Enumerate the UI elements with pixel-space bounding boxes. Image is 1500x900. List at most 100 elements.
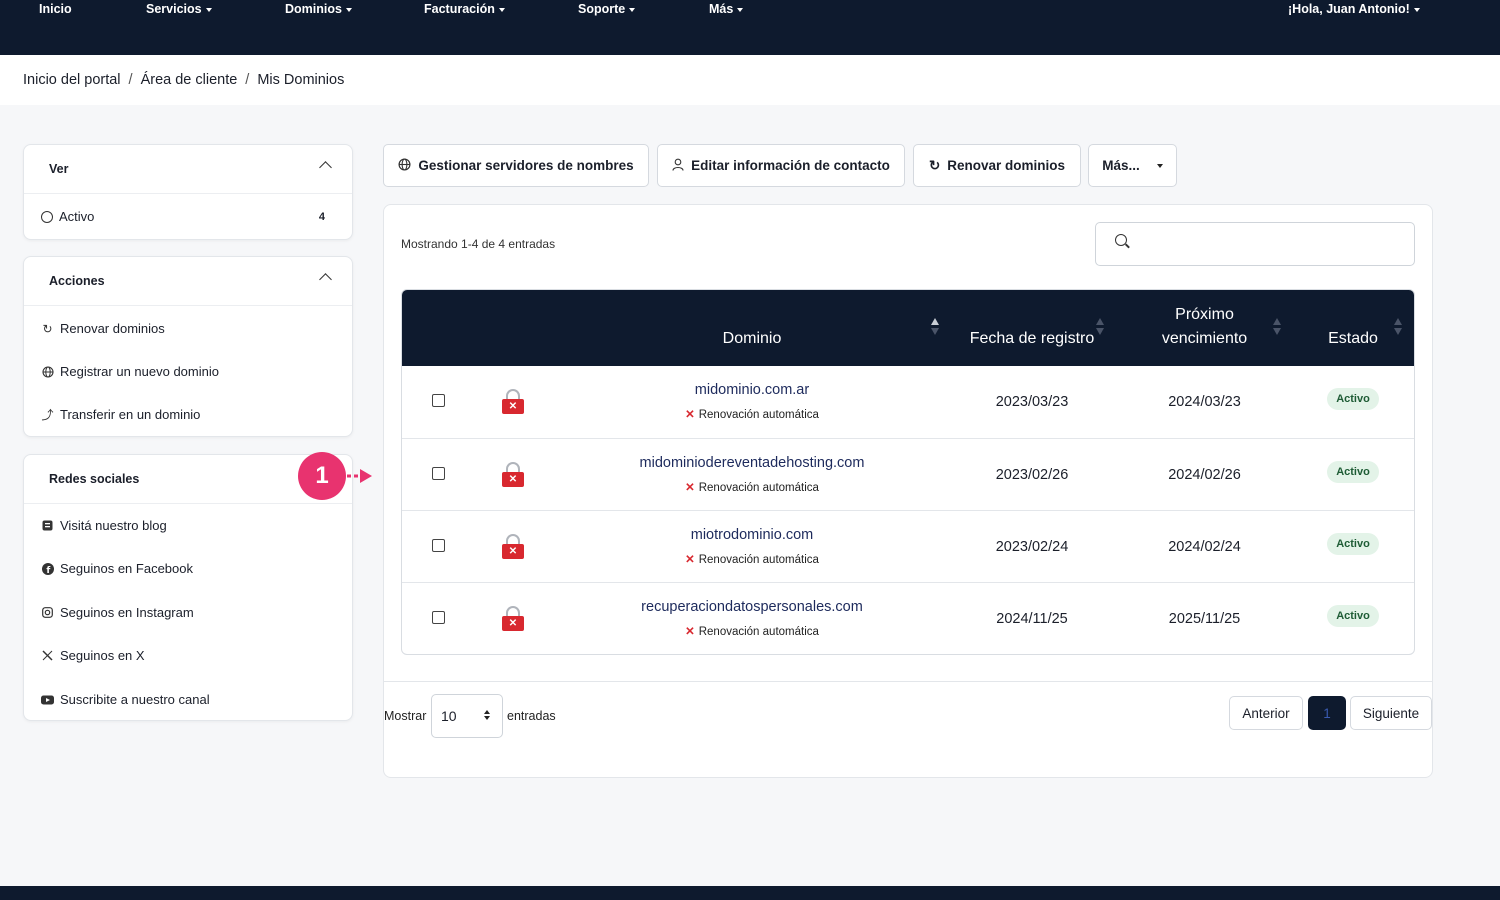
table-row[interactable]: ✕ miotrodominio.com ✕ Renovación automáti… <box>402 510 1414 582</box>
nav-servicios[interactable]: Servicios <box>146 2 212 16</box>
entries-info: Mostrando 1-4 de 4 entradas <box>401 237 556 251</box>
select-arrows-icon <box>484 710 490 722</box>
social-label: Suscribite a nuestro canal <box>60 692 210 707</box>
table-header: Dominio Fecha de registro Próximo vencimi… <box>402 290 1414 366</box>
auto-renew-status: ✕ Renovación automática <box>542 407 962 421</box>
annotation-badge: 1 <box>298 452 346 500</box>
button-label: Editar información de contacto <box>691 158 890 173</box>
search-input[interactable] <box>1095 222 1415 266</box>
page-size-select[interactable]: 10 <box>431 694 503 738</box>
edit-contact-button[interactable]: Editar información de contacto <box>657 144 905 187</box>
row-checkbox[interactable] <box>432 539 445 552</box>
chevron-up-icon[interactable] <box>319 273 332 286</box>
instagram-icon <box>41 606 54 619</box>
header-registration-date[interactable]: Fecha de registro <box>962 327 1102 351</box>
domains-table: Dominio Fecha de registro Próximo vencimi… <box>401 289 1415 655</box>
action-register-domain[interactable]: Registrar un nuevo dominio <box>41 364 219 379</box>
nav-soporte[interactable]: Soporte <box>578 2 636 16</box>
breadcrumb-client-area[interactable]: Área de cliente <box>141 72 238 88</box>
card-header-ver[interactable]: Ver <box>24 145 352 194</box>
registration-date: 2023/03/23 <box>995 394 1069 410</box>
breadcrumb-current: Mis Dominios <box>257 72 345 88</box>
page-1-button[interactable]: 1 <box>1308 696 1346 730</box>
social-blog[interactable]: Visitá nuestro blog <box>41 518 167 533</box>
filter-activo[interactable]: Activo <box>41 209 94 224</box>
x-logo-icon <box>41 649 54 662</box>
nav-mas-label: Más <box>709 2 734 16</box>
social-youtube[interactable]: Suscribite a nuestro canal <box>41 692 210 707</box>
entries-label: entradas <box>507 709 556 723</box>
nav-inicio[interactable]: Inicio <box>39 2 72 16</box>
sidebar-card-ver: Ver Activo 4 <box>23 144 353 240</box>
table-row[interactable]: ✕ recuperaciondatospersonales.com ✕ Renov… <box>402 582 1414 654</box>
registration-date: 2023/02/26 <box>995 467 1069 483</box>
cross-icon: ✕ <box>685 554 695 566</box>
nav-soporte-label: Soporte <box>578 2 626 16</box>
card-title: Ver <box>49 162 69 176</box>
social-x[interactable]: Seguinos en X <box>41 648 145 663</box>
lock-icon: ✕ <box>502 462 524 488</box>
registration-date: 2023/02/24 <box>995 539 1069 555</box>
breadcrumb-separator: / <box>128 72 133 88</box>
sidebar-card-redes: Redes sociales Visitá nuestro blog f Seg… <box>23 454 353 721</box>
table-row[interactable]: ✕ midominiodereventadehosting.com ✕ Renov… <box>402 438 1414 510</box>
prev-page-button[interactable]: Anterior <box>1229 696 1303 730</box>
auto-renew-status: ✕ Renovación automática <box>542 624 962 638</box>
status-badge: Activo <box>1327 533 1379 555</box>
status-badge: Activo <box>1327 605 1379 627</box>
status-badge: Activo <box>1327 388 1379 410</box>
header-domain[interactable]: Dominio <box>702 327 802 351</box>
action-renew-domains[interactable]: ↻ Renovar dominios <box>41 321 164 336</box>
youtube-icon <box>41 693 54 706</box>
button-label: Gestionar servidores de nombres <box>418 158 634 173</box>
share-arrow-icon: ⤴ <box>41 408 54 422</box>
action-label: Transferir en un dominio <box>60 407 201 422</box>
user-menu[interactable]: ¡Hola, Juan Antonio! <box>1288 2 1420 16</box>
footer-bar <box>0 886 1500 900</box>
row-checkbox[interactable] <box>432 394 445 407</box>
social-instagram[interactable]: Seguinos en Instagram <box>41 605 194 620</box>
nav-dominios-label: Dominios <box>285 2 342 16</box>
filter-label: Activo <box>59 209 95 224</box>
auto-renew-label: Renovación automática <box>698 409 819 421</box>
renew-domains-button[interactable]: ↻ Renovar dominios <box>913 144 1081 187</box>
domain-name-link[interactable]: midominiodereventadehosting.com <box>542 455 962 471</box>
nav-mas[interactable]: Más <box>709 2 744 16</box>
breadcrumb-home[interactable]: Inicio del portal <box>23 72 121 88</box>
caret-down-icon <box>345 7 352 12</box>
row-checkbox[interactable] <box>432 467 445 480</box>
nav-dominios[interactable]: Dominios <box>285 2 352 16</box>
nav-facturacion[interactable]: Facturación <box>424 2 505 16</box>
sort-icon[interactable] <box>1096 318 1104 336</box>
domain-name-link[interactable]: midominio.com.ar <box>542 382 962 398</box>
sort-icon[interactable] <box>1273 318 1281 336</box>
domain-name-link[interactable]: recuperaciondatospersonales.com <box>542 599 962 615</box>
next-due-date: 2024/02/26 <box>1168 467 1241 483</box>
breadcrumb-separator: / <box>245 72 250 88</box>
refresh-icon: ↻ <box>928 157 941 173</box>
header-next-due[interactable]: Próximo vencimiento <box>1137 303 1272 351</box>
social-facebook[interactable]: f Seguinos en Facebook <box>41 561 193 576</box>
annotation-arrow-icon <box>340 469 372 483</box>
filter-count: 4 <box>318 211 325 223</box>
manage-nameservers-button[interactable]: Gestionar servidores de nombres <box>383 144 649 187</box>
card-header-acciones[interactable]: Acciones <box>24 257 352 306</box>
chevron-up-icon[interactable] <box>319 161 332 174</box>
header-status[interactable]: Estado <box>1317 327 1389 351</box>
row-checkbox[interactable] <box>432 611 445 624</box>
auto-renew-label: Renovación automática <box>698 626 819 638</box>
table-row[interactable]: ✕ midominio.com.ar ✕ Renovación automátic… <box>402 366 1414 438</box>
domain-name-link[interactable]: miotrodominio.com <box>542 527 962 543</box>
next-page-button[interactable]: Siguiente <box>1350 696 1432 730</box>
radio-icon[interactable] <box>41 210 53 223</box>
cross-icon: ✕ <box>685 482 695 494</box>
more-dropdown-button[interactable]: Más... <box>1088 144 1177 187</box>
sort-icon[interactable] <box>931 318 939 336</box>
svg-text:f: f <box>46 566 50 575</box>
user-icon <box>672 158 684 174</box>
page-size-value: 10 <box>441 708 457 724</box>
lock-icon: ✕ <box>502 534 524 560</box>
action-transfer-domain[interactable]: ⤴ Transferir en un dominio <box>41 407 200 422</box>
caret-down-icon <box>1413 7 1420 12</box>
sort-icon[interactable] <box>1394 318 1402 336</box>
